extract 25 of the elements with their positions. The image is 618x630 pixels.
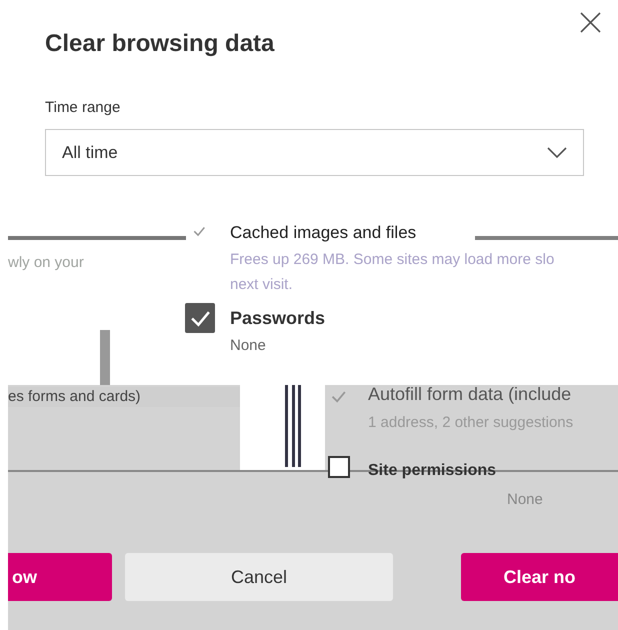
option-label: Autofill form data (include	[368, 383, 572, 406]
text-fragment: wly on your	[8, 253, 84, 273]
text-fragment: es forms and cards)	[8, 387, 141, 407]
selected-value: All time	[62, 142, 118, 164]
option-label: Site permissions	[368, 461, 496, 481]
chevron-down-icon	[547, 146, 567, 159]
primary-button[interactable]: ow	[8, 553, 112, 601]
cancel-button[interactable]: Cancel	[125, 553, 393, 601]
checkbox[interactable]	[185, 303, 215, 333]
checkbox[interactable]	[328, 456, 350, 478]
checkmark-icon	[192, 224, 206, 238]
option-description: None	[230, 336, 266, 356]
option-description: 1 address, 2 other suggestions	[368, 413, 574, 433]
option-label: Cached images and files	[230, 222, 416, 244]
scrollbar-thumb	[100, 330, 110, 385]
option-description: next visit.	[230, 275, 293, 295]
option-description: Frees up 269 MB. Some sites may load more slo	[230, 250, 554, 270]
option-description: None	[507, 490, 543, 510]
checkmark-icon	[331, 389, 347, 405]
close-icon[interactable]	[580, 12, 601, 33]
time-range-label: Time range	[45, 98, 122, 118]
primary-button[interactable]: Clear no	[461, 553, 618, 601]
dialog-title: Clear browsing data	[45, 30, 276, 59]
time-range-dropdown[interactable]: All time	[45, 129, 584, 176]
option-label: Passwords	[230, 307, 326, 330]
